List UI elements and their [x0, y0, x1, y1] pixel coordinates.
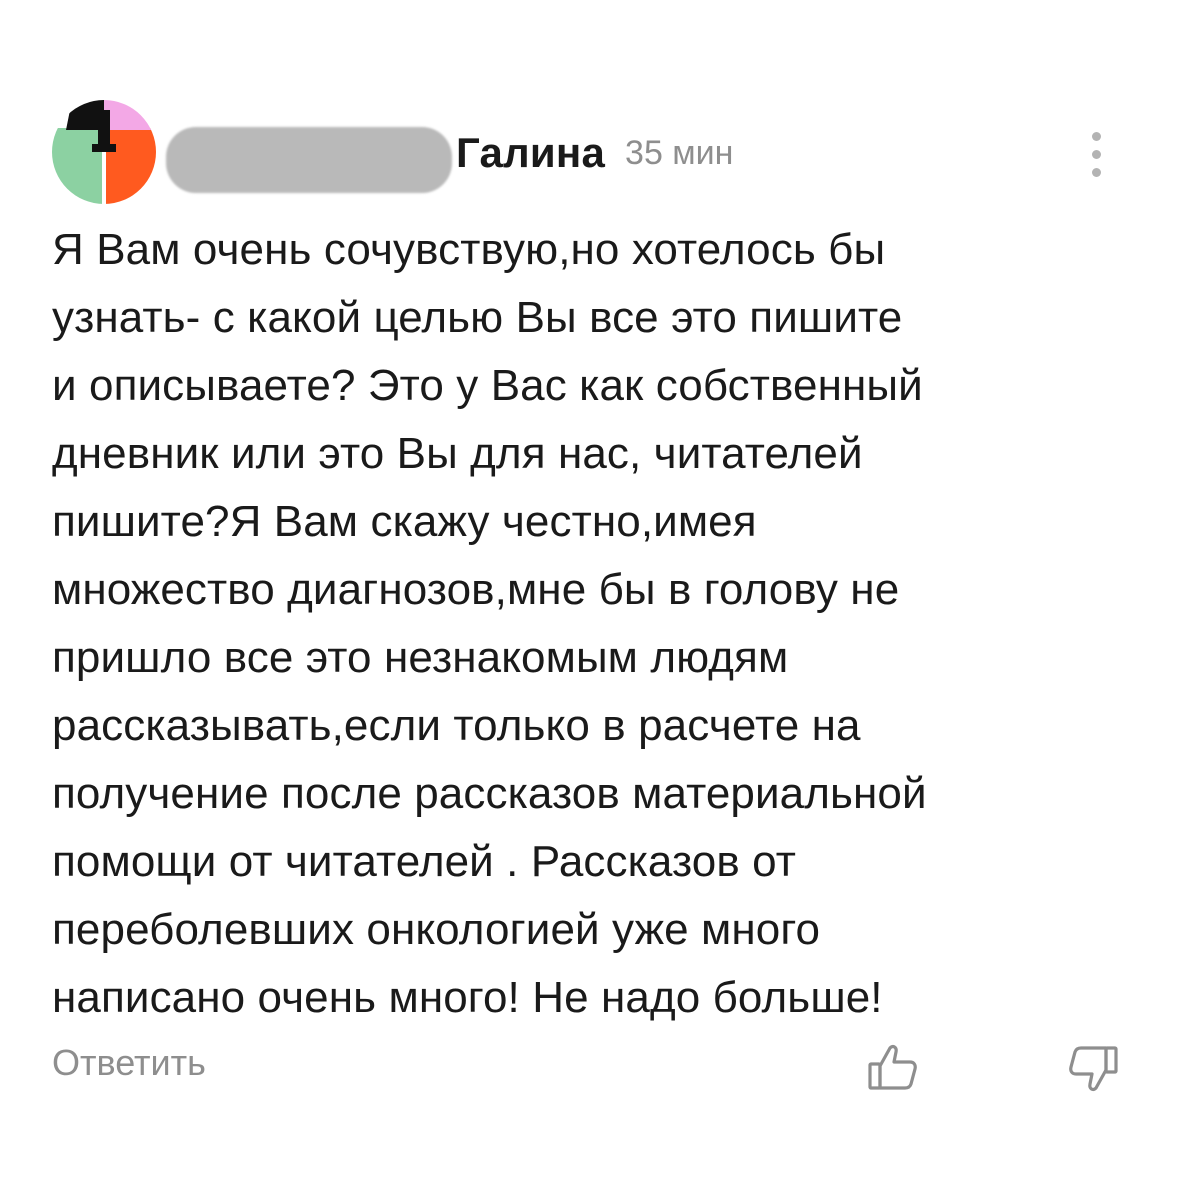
thumbs-down-icon	[1069, 1046, 1118, 1091]
timestamp: 35 мин	[625, 133, 734, 172]
author-row: Галина 35 мин	[166, 118, 734, 193]
more-vertical-icon	[1092, 132, 1101, 141]
comment-card: Галина 35 мин Я Вам очень сочувствую,но …	[0, 0, 1200, 1183]
dislike-button[interactable]	[1066, 1040, 1122, 1096]
comment-body: Я Вам очень сочувствую,но хотелось бы уз…	[52, 225, 927, 1022]
more-vertical-icon	[1092, 150, 1101, 159]
reply-button[interactable]: Ответить	[52, 1042, 206, 1084]
author-name-text: Галина	[456, 129, 606, 176]
author-name[interactable]: Галина	[166, 127, 606, 193]
more-options-button[interactable]	[1078, 126, 1114, 182]
thumbs-up-icon	[868, 1045, 917, 1090]
avatar[interactable]	[52, 100, 156, 204]
like-button[interactable]	[864, 1040, 920, 1096]
redaction-overlay	[166, 127, 452, 193]
avatar-icon	[52, 100, 156, 204]
more-vertical-icon	[1092, 168, 1101, 177]
